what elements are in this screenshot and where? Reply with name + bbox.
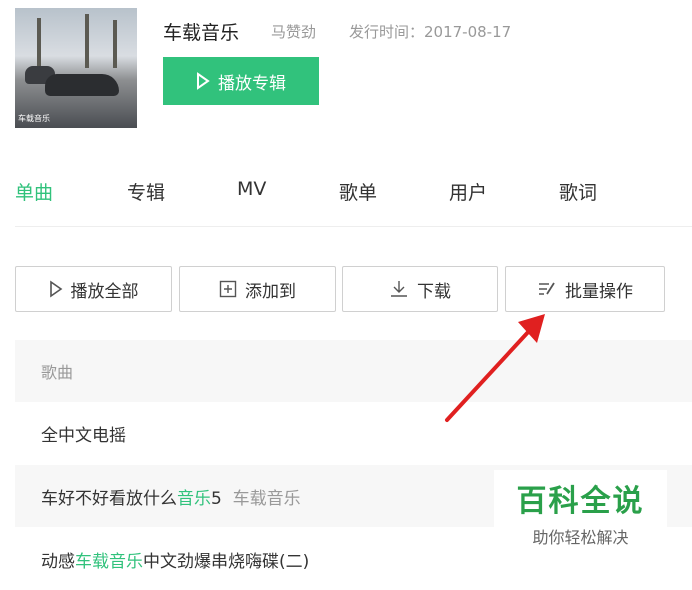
table-row[interactable]: 全中文电摇 <box>15 402 692 464</box>
play-album-label: 播放专辑 <box>218 73 286 94</box>
watermark-subtitle: 助你轻松解决 <box>532 528 629 547</box>
song-title[interactable]: 车好不好看放什么音乐5 车载音乐 <box>15 484 301 509</box>
divider <box>15 226 692 227</box>
watermark-title: 百科全说 <box>516 484 645 519</box>
palm-tree <box>85 14 89 68</box>
batch-edit-icon <box>539 282 555 295</box>
batch-operation-button[interactable]: 批量操作 <box>505 266 665 312</box>
column-header-song: 歌曲 <box>41 363 74 382</box>
palm-tree <box>37 18 41 68</box>
song-title-highlight: 音乐 <box>177 488 211 509</box>
song-album: 车载音乐 <box>232 488 301 509</box>
cover-caption: 车载音乐 <box>18 114 50 123</box>
album-cover[interactable]: 车载音乐 <box>15 8 137 128</box>
song-title-part: 动感 <box>41 551 75 572</box>
album-title: 车载音乐 <box>163 22 240 44</box>
plus-box-icon <box>219 280 237 298</box>
release-date: 发行时间：2017-08-17 <box>349 23 512 41</box>
album-artist[interactable]: 马赞劲 <box>271 21 316 42</box>
car-shape <box>45 74 119 96</box>
play-all-button[interactable]: 播放全部 <box>15 266 172 312</box>
batch-operation-label: 批量操作 <box>565 281 633 302</box>
add-to-button[interactable]: 添加到 <box>179 266 336 312</box>
play-album-button[interactable]: 播放专辑 <box>163 57 319 105</box>
song-title-highlight: 车载音乐 <box>75 551 143 572</box>
song-title-part: 中文劲爆串烧嗨碟(二) <box>143 551 310 572</box>
download-label: 下载 <box>417 281 451 302</box>
result-tabs: 单曲 专辑 MV 歌单 用户 歌词 <box>0 168 692 212</box>
play-icon <box>49 280 62 298</box>
tab-singles[interactable]: 单曲 <box>15 178 53 205</box>
tab-albums[interactable]: 专辑 <box>127 178 165 205</box>
tab-users[interactable]: 用户 <box>449 178 487 205</box>
tab-lyrics[interactable]: 歌词 <box>559 178 597 205</box>
tab-playlists[interactable]: 歌单 <box>339 178 377 205</box>
play-icon <box>197 72 210 90</box>
play-all-label: 播放全部 <box>70 281 139 302</box>
watermark: 百科全说 助你轻松解决 <box>494 470 667 554</box>
song-list-header: 歌曲 <box>15 340 692 402</box>
song-title[interactable]: 动感车载音乐中文劲爆串烧嗨碟(二) <box>15 547 309 572</box>
download-button[interactable]: 下载 <box>342 266 498 312</box>
download-icon <box>391 281 407 297</box>
tab-mv[interactable]: MV <box>237 178 266 200</box>
add-to-label: 添加到 <box>245 281 296 302</box>
song-title-part: 车好不好看放什么 <box>41 488 177 509</box>
song-title[interactable]: 全中文电摇 <box>15 421 126 446</box>
song-title-part: 5 <box>211 488 222 509</box>
palm-tree <box>113 20 117 68</box>
